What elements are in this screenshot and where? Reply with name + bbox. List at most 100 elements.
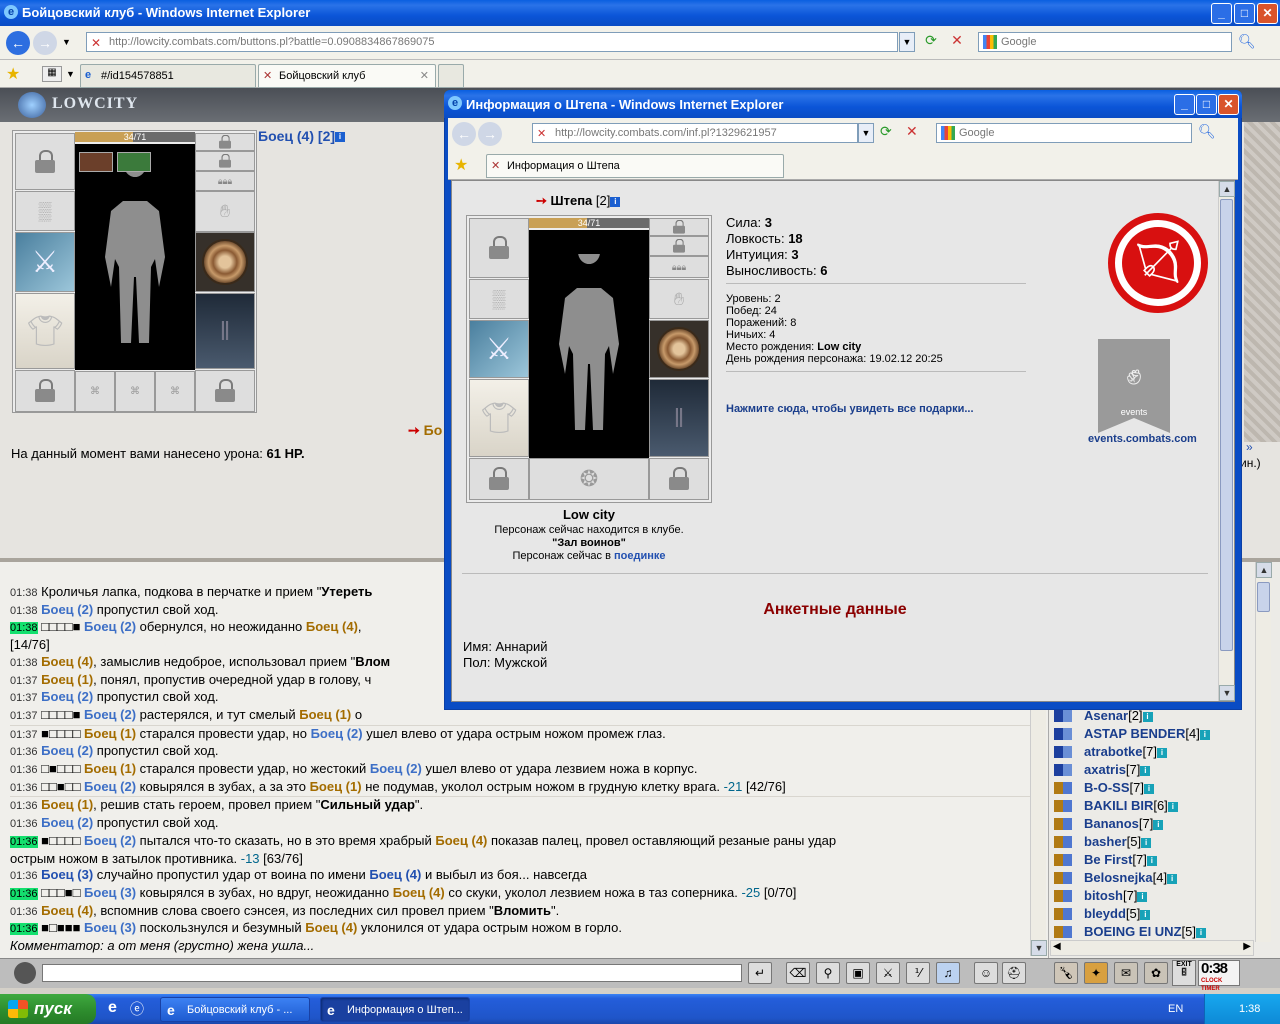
popup-tab[interactable]: ✕ Информация о Штепа: [486, 154, 784, 178]
private-message-icon[interactable]: [1054, 764, 1072, 776]
info-icon[interactable]: i: [1140, 909, 1151, 920]
task-fight-club[interactable]: e Бойцовский клуб - ...: [160, 997, 310, 1022]
user-name[interactable]: atrabotke: [1084, 744, 1143, 759]
tab-fight-club[interactable]: ✕ Бойцовский клуб ✕: [258, 64, 436, 88]
music-icon[interactable]: ♫: [936, 962, 960, 984]
refresh-icon[interactable]: ⟳: [920, 32, 942, 52]
private-message-icon[interactable]: [1054, 782, 1072, 794]
user-list-item[interactable]: Be First[7] i: [1050, 852, 1245, 870]
maximize-button[interactable]: □: [1234, 3, 1255, 24]
private-message-icon[interactable]: [1054, 746, 1072, 758]
info-icon[interactable]: i: [1142, 711, 1153, 722]
info-icon[interactable]: i: [1143, 783, 1154, 794]
private-message-icon[interactable]: [1054, 854, 1072, 866]
user-name[interactable]: BAKILI BIR: [1084, 798, 1153, 813]
private-message-icon[interactable]: [1054, 728, 1072, 740]
armor-slot[interactable]: 👕︎: [15, 293, 75, 369]
info-icon[interactable]: i: [1137, 891, 1148, 902]
user-list-item[interactable]: B-O-SS[7] i: [1050, 780, 1245, 798]
user-list-item[interactable]: axatris[7] i: [1050, 762, 1245, 780]
info-icon[interactable]: i: [1195, 927, 1206, 938]
search-icon[interactable]: 🔍︎: [1238, 33, 1256, 50]
scroll-down-icon[interactable]: ▼: [1219, 685, 1235, 701]
popup-titlebar[interactable]: e Информация о Штепа - Windows Internet …: [444, 90, 1242, 118]
clear-icon[interactable]: ⌫: [786, 962, 810, 984]
amulet-slot[interactable]: [195, 151, 255, 171]
helmet-slot[interactable]: [15, 133, 75, 190]
user-list-item[interactable]: bleydd[5] i: [1050, 906, 1245, 924]
opponent-link[interactable]: ➙ Бо: [408, 422, 442, 439]
emblem-slot[interactable]: ❂: [529, 458, 649, 500]
helmet-slot[interactable]: [469, 218, 529, 278]
info-icon[interactable]: i: [1153, 819, 1164, 830]
user-name[interactable]: Asenar: [1084, 708, 1128, 723]
popup-search-icon[interactable]: 🔍︎: [1198, 123, 1216, 140]
address-bar[interactable]: ✕ http://lowcity.combats.com/buttons.pl?…: [86, 32, 898, 52]
weapon-slot[interactable]: ⚔: [15, 232, 75, 292]
shield-slot[interactable]: [649, 320, 709, 378]
popup-stop-icon[interactable]: ✕: [906, 123, 918, 140]
start-button[interactable]: пуск: [0, 994, 96, 1024]
paw-icon[interactable]: ✿: [1144, 962, 1168, 984]
ring-row-slot[interactable]: 🔒︎🔒︎🔒︎: [649, 256, 709, 278]
user-list-hscrollbar[interactable]: ◀ ▶: [1050, 940, 1254, 956]
private-message-icon[interactable]: [1054, 908, 1072, 920]
map-icon[interactable]: ✦: [1084, 962, 1108, 984]
main-window-titlebar[interactable]: e Бойцовский клуб - Windows Internet Exp…: [0, 0, 1280, 26]
armor-slot[interactable]: 👕︎: [469, 379, 529, 457]
earring-slot[interactable]: [195, 133, 255, 151]
pants-slot[interactable]: ‖: [649, 379, 709, 457]
user-name[interactable]: axatris: [1084, 762, 1126, 777]
info-icon[interactable]: i: [610, 196, 621, 207]
user-name[interactable]: bleydd: [1084, 906, 1126, 921]
effect-icon-1[interactable]: [79, 152, 113, 172]
scroll-down-icon[interactable]: ▼: [1031, 940, 1047, 956]
scroll-left-icon[interactable]: ◀: [1053, 941, 1061, 952]
ring-slot-2[interactable]: ⌘: [115, 371, 155, 412]
info-icon[interactable]: i: [1140, 765, 1151, 776]
translit-icon[interactable]: ⅟: [906, 962, 930, 984]
ring-slot-3[interactable]: ⌘: [155, 371, 195, 412]
user-name[interactable]: BOEING EI UNZ: [1084, 924, 1182, 939]
events-badge[interactable]: ✊︎ events: [1098, 339, 1170, 433]
quicklaunch-icon[interactable]: ⓔ: [130, 999, 144, 1019]
private-message-icon[interactable]: [1054, 890, 1072, 902]
private-message-icon[interactable]: [1054, 800, 1072, 812]
popup-maximize-button[interactable]: □: [1196, 94, 1217, 115]
address-dropdown-icon[interactable]: ▼: [899, 32, 915, 52]
info-icon[interactable]: i: [1167, 873, 1178, 884]
boots-slot[interactable]: [195, 370, 255, 412]
chat-input[interactable]: [42, 964, 742, 982]
favorites-star-icon[interactable]: ★: [454, 155, 468, 175]
history-dropdown-icon[interactable]: ▼: [62, 37, 71, 47]
quicklaunch-ie-icon[interactable]: e: [108, 999, 117, 1017]
popup-refresh-icon[interactable]: ⟳: [880, 123, 892, 140]
smiley-icon[interactable]: ☺: [974, 962, 998, 984]
search-input[interactable]: Google: [978, 32, 1232, 52]
user-list-item[interactable]: ASTAP BENDER[4] i: [1050, 726, 1245, 744]
popup-search-input[interactable]: Google: [936, 123, 1192, 143]
user-list-item[interactable]: Asenar[2] i: [1050, 708, 1245, 726]
user-name[interactable]: ASTAP BENDER: [1084, 726, 1185, 741]
back-button[interactable]: ←: [6, 31, 30, 55]
new-tab-button[interactable]: [438, 64, 464, 88]
popup-scrollbar[interactable]: ▲ ▼: [1218, 181, 1235, 701]
gloves-slot[interactable]: ✋︎: [195, 191, 255, 232]
language-indicator[interactable]: EN: [1168, 1003, 1183, 1015]
belt-slot[interactable]: [15, 370, 75, 412]
user-name[interactable]: basher: [1084, 834, 1127, 849]
user-name[interactable]: Be First: [1084, 852, 1132, 867]
ring-slot-1[interactable]: ⌘: [75, 371, 115, 412]
user-name[interactable]: B-O-SS: [1084, 780, 1130, 795]
shield-slot[interactable]: [195, 232, 255, 292]
right-partial-link[interactable]: »: [1246, 440, 1253, 454]
user-list-item[interactable]: Bananos[7] i: [1050, 816, 1245, 834]
tab-id[interactable]: e #/id154578851: [80, 64, 256, 88]
archer-badge[interactable]: 🏹︎: [1108, 213, 1208, 313]
user-name[interactable]: bitosh: [1084, 888, 1123, 903]
pants-slot[interactable]: ‖: [195, 293, 255, 369]
scroll-icon[interactable]: ✉: [1114, 962, 1138, 984]
stop-icon[interactable]: ✕: [946, 32, 968, 52]
user-list-item[interactable]: BAKILI BIR[6] i: [1050, 798, 1245, 816]
tab-close-icon[interactable]: ✕: [420, 69, 429, 82]
